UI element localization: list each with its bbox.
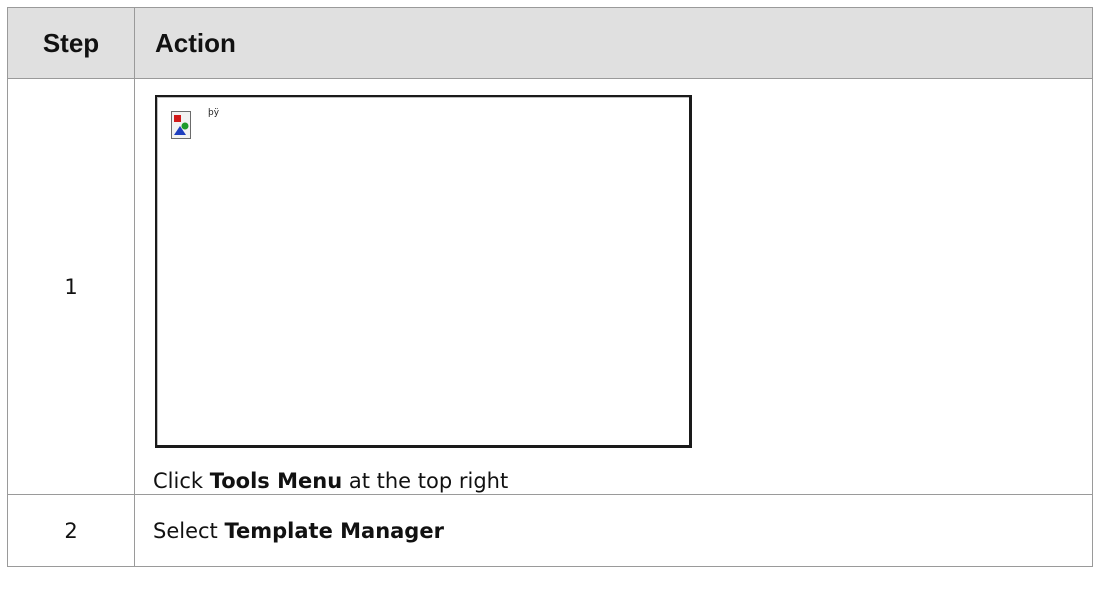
instruction-suffix: at the top right bbox=[342, 469, 509, 493]
screenshot-placeholder: þÿ bbox=[155, 95, 692, 448]
table-header-row: Step Action bbox=[7, 7, 1093, 79]
instruction-prefix: Click bbox=[153, 469, 210, 493]
image-alt-text: þÿ bbox=[208, 108, 220, 118]
step-number: 1 bbox=[7, 78, 135, 495]
action-cell: Select Template Manager bbox=[134, 494, 1093, 567]
action-column-header: Action bbox=[134, 7, 1093, 79]
table-row: 1 þÿ Click Tools Menu at the top right bbox=[7, 78, 1093, 495]
instruction-emphasis: Template Manager bbox=[224, 518, 444, 543]
action-cell: þÿ Click Tools Menu at the top right bbox=[134, 78, 1093, 495]
steps-table: Step Action 1 þÿ Click Tools Menu at the… bbox=[7, 7, 1093, 567]
table-row: 2 Select Template Manager bbox=[7, 494, 1093, 567]
instruction-text: Click Tools Menu at the top right bbox=[153, 468, 1092, 494]
step-number: 2 bbox=[7, 494, 135, 567]
instruction-emphasis: Tools Menu bbox=[209, 469, 343, 493]
step-column-header: Step bbox=[7, 7, 135, 79]
broken-image-icon bbox=[171, 111, 191, 139]
instruction-prefix: Select bbox=[153, 518, 225, 543]
